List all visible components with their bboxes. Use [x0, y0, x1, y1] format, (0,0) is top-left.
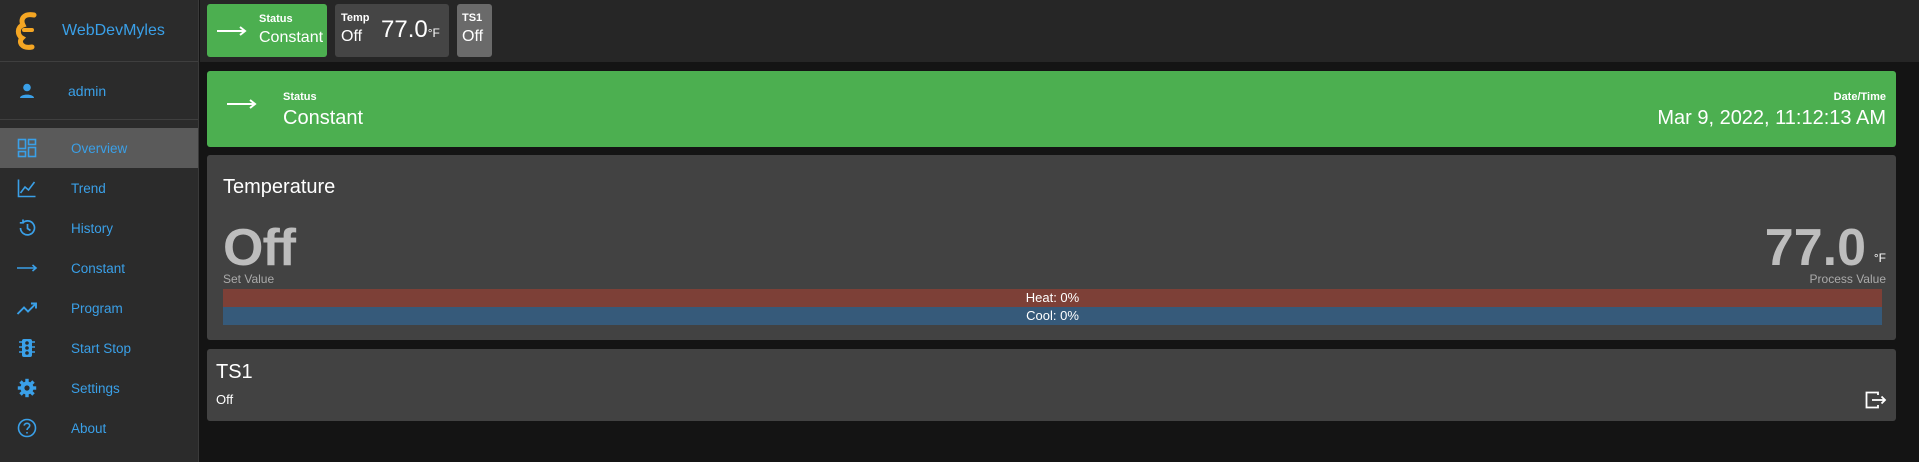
status-chip-value: Constant [259, 29, 324, 46]
temp-chip[interactable]: Temp Off 77.0°F [335, 4, 449, 57]
banner-status-value: Constant [283, 107, 364, 129]
arrow-right-icon [227, 99, 257, 109]
ts1-card-state: Off [216, 392, 234, 407]
ts1-card-title: TS1 [216, 361, 253, 383]
sidebar-item-label: Constant [71, 260, 126, 276]
sidebar-item-settings[interactable]: Settings [0, 368, 198, 408]
arrow-right-icon [16, 257, 38, 279]
heat-bar: Heat: 0% [223, 289, 1882, 307]
ts1-card: TS1 Off [207, 349, 1896, 421]
sidebar-item-constant[interactable]: Constant [0, 248, 198, 288]
process-value-unit: °F [1873, 251, 1886, 265]
sidebar-item-label: Settings [71, 380, 120, 396]
banner-datetime: Date/Time Mar 9, 2022, 11:12:13 AM [1657, 91, 1886, 130]
sidebar-item-label: Overview [71, 140, 128, 156]
sidebar-item-label: Program [71, 300, 123, 316]
process-value-label: Process Value [1809, 272, 1886, 286]
sidebar: WebDevMyles admin Overview Trend History… [0, 0, 199, 462]
sidebar-item-label: About [71, 420, 107, 436]
cool-bar: Cool: 0% [223, 307, 1882, 325]
sidebar-item-label: History [71, 220, 114, 236]
arrow-right-icon [217, 25, 247, 36]
user-icon [20, 83, 34, 98]
line-chart-icon [16, 177, 38, 199]
sidebar-item-overview[interactable]: Overview [0, 128, 198, 168]
set-value-label: Set Value [223, 272, 275, 286]
temp-chip-number: 77.0 [381, 16, 428, 43]
help-circle-icon [16, 417, 38, 439]
top-bar: Status Constant Temp Off 77.0°F TS1 Off [200, 0, 1919, 62]
app-name: WebDevMyles [62, 21, 165, 39]
cool-bar-label: Cool: 0% [1026, 308, 1079, 323]
sidebar-item-label: Start Stop [71, 340, 132, 356]
sidebar-item-about[interactable]: About [0, 408, 198, 448]
ts1-chip[interactable]: TS1 Off [457, 4, 492, 57]
dashboard-icon [16, 137, 38, 159]
app-logo-icon [15, 11, 37, 50]
process-value: 77.0 [1764, 219, 1866, 277]
exit-icon[interactable] [1865, 391, 1887, 409]
temperature-card: Temperature Off Set Value 77.0 °F Proces… [207, 155, 1896, 340]
sidebar-item-start-stop[interactable]: Start Stop [0, 328, 198, 368]
gear-icon [16, 377, 38, 399]
status-chip-text: Status Constant [259, 13, 323, 48]
status-chip-label: Status [259, 13, 293, 25]
sidebar-nav: Overview Trend History Constant Program … [0, 128, 198, 448]
status-chip[interactable]: Status Constant [207, 4, 327, 57]
banner-datetime-label: Date/Time [1833, 91, 1886, 103]
sidebar-item-program[interactable]: Program [0, 288, 198, 328]
temperature-card-title: Temperature [223, 176, 336, 198]
sidebar-item-label: Trend [71, 180, 106, 196]
ts1-chip-label: TS1 [462, 12, 483, 24]
user-account[interactable]: admin [0, 62, 198, 120]
temp-chip-unit: °F [427, 26, 440, 40]
banner-status-label: Status [283, 91, 317, 103]
sidebar-item-trend[interactable]: Trend [0, 168, 198, 208]
set-value: Off [223, 219, 296, 277]
status-banner: Status Constant Date/Time Mar 9, 2022, 1… [207, 71, 1896, 147]
brand[interactable]: WebDevMyles [0, 0, 198, 62]
ts1-chip-state: Off [462, 28, 484, 45]
user-name: admin [68, 82, 107, 99]
heat-bar-label: Heat: 0% [1025, 290, 1080, 305]
history-icon [16, 217, 38, 239]
sidebar-item-history[interactable]: History [0, 208, 198, 248]
traffic-light-icon [16, 337, 38, 359]
trending-up-icon [16, 297, 38, 319]
banner-status: Status Constant [283, 91, 363, 130]
temp-chip-value: 77.0°F [381, 16, 440, 44]
banner-datetime-value: Mar 9, 2022, 11:12:13 AM [1657, 107, 1886, 129]
